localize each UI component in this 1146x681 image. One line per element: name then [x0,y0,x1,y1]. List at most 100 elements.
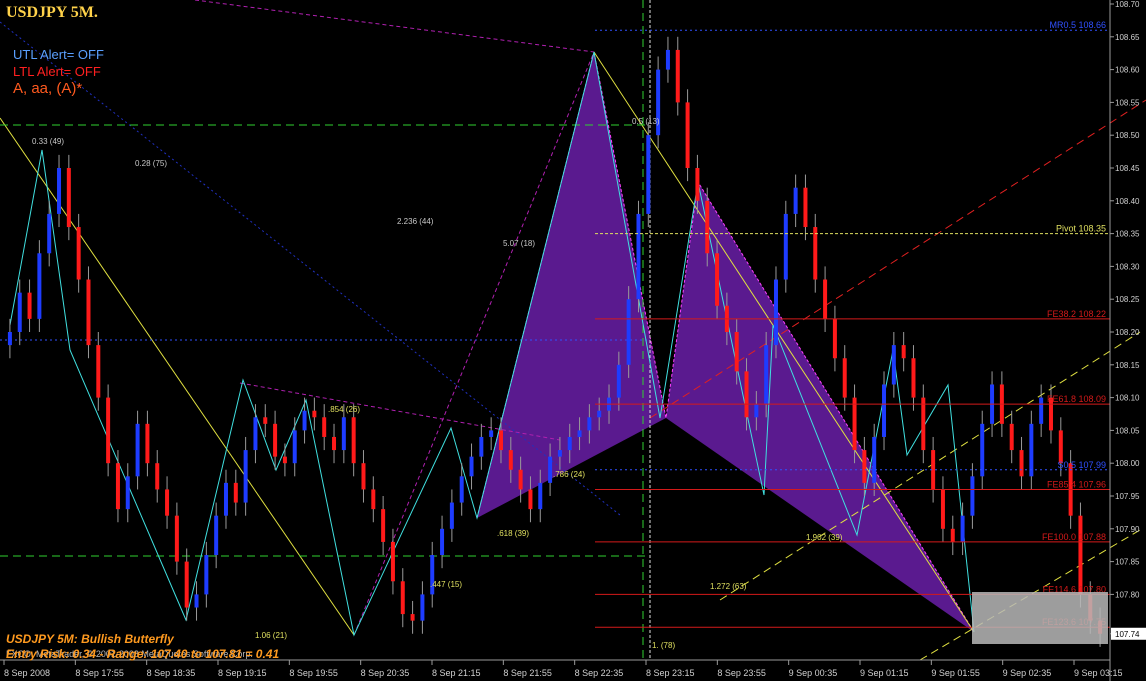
bull-candle [960,515,965,542]
y-tick-label: 108.65 [1115,33,1140,42]
bull-candle [1029,423,1034,477]
bull-candle [1039,397,1044,424]
bear-candle [862,450,867,483]
bull-candle [970,476,975,516]
ratio-label: .618 (39) [497,529,529,538]
bull-candle [773,279,778,346]
x-tick-label: 9 Sep 01:55 [931,668,980,678]
ratio-label: .447 (15) [430,580,462,589]
ratio-label: 0.33 (49) [32,137,64,146]
y-tick-label: 107.95 [1115,492,1140,501]
bull-candle [420,594,425,621]
ratio-label: 1.272 (63) [710,582,747,591]
entry-risk-caption: Entry Risk: 0.34 - Range: 107.40 to 107.… [6,647,280,661]
bull-candle [469,456,474,477]
y-tick-label: 107.80 [1115,590,1140,599]
bear-candle [744,371,749,418]
bear-candle [27,292,32,319]
s-level-label: S0.5 107.99 [1057,460,1106,470]
bull-candle [302,410,307,431]
fib-level-label: FE38.2 108.22 [1047,309,1106,319]
bear-candle [705,200,710,254]
y-tick-label: 107.74 [1115,630,1140,639]
bull-candle [17,292,22,332]
bull-candle [135,423,140,477]
bear-candle [351,417,356,464]
y-tick-label: 108.25 [1115,295,1140,304]
ratio-label: 2.236 (44) [397,217,434,226]
bear-candle [715,253,720,306]
ratio-label: 5.07 (18) [503,239,535,248]
y-tick-label: 108.20 [1115,328,1140,337]
bull-candle [587,417,592,431]
bear-candle [852,397,857,451]
x-tick-label: 8 Sep 21:15 [432,668,481,678]
y-tick-label: 108.30 [1115,262,1140,271]
bear-candle [950,528,955,542]
bear-candle [803,187,808,228]
fib-level-label: FE85.4 107.96 [1047,479,1106,489]
bull-candle [47,213,52,254]
bear-candle [675,49,680,103]
bear-candle [685,102,690,168]
bear-candle [184,561,189,608]
bear-candle [813,227,818,280]
bull-candle [194,594,199,608]
bear-candle [273,423,278,457]
bear-candle [695,168,700,201]
bear-candle [842,358,847,398]
bull-candle [57,168,62,214]
x-tick-label: 8 Sep 22:35 [575,668,624,678]
bear-candle [233,482,238,503]
mr-level-label: MR0.5 108.66 [1049,20,1106,30]
bear-candle [282,456,287,464]
bull-candle [891,345,896,385]
bull-candle [223,482,228,516]
bull-candle [449,502,454,529]
bear-candle [371,489,376,510]
bear-candle [263,417,268,424]
bear-candle [174,515,179,562]
bear-candle [96,345,101,398]
bear-candle [312,410,317,418]
bull-candle [646,135,651,214]
bull-candle [616,364,621,398]
bear-candle [1009,423,1014,451]
ratio-label: 0.28 (75) [135,159,167,168]
y-tick-label: 108.15 [1115,361,1140,370]
bear-candle [823,279,828,319]
bear-candle [734,332,739,372]
bear-candle [155,463,160,490]
bull-candle [626,299,631,365]
x-tick-label: 8 Sep 19:55 [289,668,338,678]
bull-candle [37,253,42,319]
fib-level-label: FE100.0 107.88 [1042,532,1106,542]
bull-candle [764,345,769,405]
pattern-labels: A, aa, (A)* [13,80,83,97]
bear-candle [518,469,523,490]
bull-candle [557,450,562,457]
ratio-label: 1.902 (39) [806,533,843,542]
bear-candle [115,463,120,510]
x-tick-label: 8 Sep 21:55 [503,668,552,678]
bull-candle [489,430,494,437]
y-tick-label: 107.90 [1115,525,1140,534]
bull-candle [479,436,484,457]
bear-candle [508,450,513,470]
bear-candle [400,581,405,615]
y-tick-label: 108.35 [1115,230,1140,239]
bear-candle [86,279,91,346]
bear-candle [940,489,945,529]
bull-candle [882,384,887,437]
bull-candle [548,456,553,483]
ratio-label: 1. (78) [652,641,675,650]
ratio-label: 0.5 (13) [632,117,660,126]
x-tick-label: 8 Sep 2008 [4,668,50,678]
bull-candle [125,476,130,510]
bear-candle [528,489,533,510]
bear-candle [1058,430,1063,464]
chart-title: USDJPY 5M. [6,4,98,21]
price-chart[interactable]: FE38.2 108.22 FE61.8 108.09 FE85.4 107.96 F… [0,0,1146,681]
bull-candle [214,515,219,556]
y-tick-label: 108.45 [1115,164,1140,173]
